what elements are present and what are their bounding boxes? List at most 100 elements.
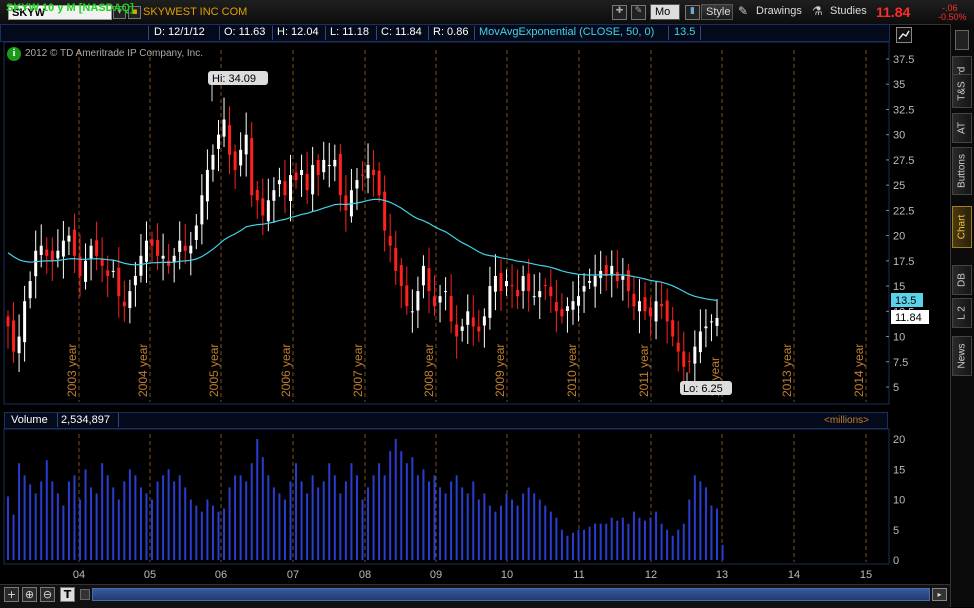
volume-bar — [333, 475, 336, 560]
year-label: 2004 year — [136, 344, 150, 397]
y-tick-label: 35 — [893, 79, 905, 91]
candle-body — [361, 174, 364, 176]
candle-body — [28, 281, 32, 299]
volume-bar — [594, 523, 597, 560]
candle-body — [505, 281, 509, 287]
style-button[interactable]: Style — [701, 4, 733, 20]
wrench-icon[interactable]: ✎ — [631, 5, 646, 20]
candle-body — [637, 301, 641, 312]
price-chart[interactable]: 2003 year 2004 year 2005 year 2006 year 2007… — [0, 42, 950, 584]
aggregation-button[interactable]: Mo — [650, 4, 680, 20]
volume-bar — [367, 487, 370, 560]
tab-news[interactable]: News — [952, 336, 972, 376]
candle-body — [61, 240, 65, 257]
chart-settings-icon[interactable] — [896, 27, 912, 43]
volume-value: 2,534,897 — [61, 414, 110, 426]
scroll-left-button[interactable] — [80, 589, 90, 600]
y-tick-label: 15 — [893, 281, 905, 293]
candle-body — [100, 259, 104, 266]
drawings-button[interactable]: Drawings — [752, 4, 808, 20]
year-label: 2014 year — [852, 344, 866, 397]
collapse-icon[interactable] — [955, 30, 969, 50]
x-tick-label: 10 — [501, 569, 513, 581]
year-label: 2006 year — [279, 344, 293, 397]
volume-bar — [101, 463, 104, 560]
volume-bar — [223, 508, 226, 560]
tab-buttons[interactable]: Buttons — [952, 147, 972, 195]
candle-body — [139, 255, 143, 276]
volume-bar — [616, 520, 619, 560]
candle-body — [499, 273, 503, 292]
text-tool-icon[interactable]: T — [60, 587, 75, 602]
candle-body — [521, 275, 525, 292]
volume-bar — [317, 487, 320, 560]
candle-body — [261, 198, 265, 216]
x-tick-label: 14 — [788, 569, 800, 581]
volume-bar — [300, 481, 303, 560]
y-tick-label: 7.5 — [893, 357, 908, 369]
candle-body — [410, 311, 414, 313]
info-open: O: 11.63 — [224, 26, 266, 38]
volume-bar — [278, 493, 281, 560]
candle-body — [216, 134, 220, 149]
crosshair-icon[interactable]: + — [4, 587, 19, 602]
volume-bar — [322, 481, 325, 560]
zoom-in-icon[interactable]: ⊕ — [22, 587, 37, 602]
last-price-badge-label: 11.84 — [895, 312, 922, 324]
volume-bar — [173, 481, 176, 560]
candle-body — [543, 285, 547, 287]
volume-bar — [599, 523, 602, 560]
candle-body — [449, 295, 453, 322]
candle-body — [455, 324, 459, 337]
candle-body — [582, 286, 586, 292]
tab-chart[interactable]: Chart — [952, 206, 972, 248]
info-range: R: 0.86 — [433, 26, 469, 38]
volume-bar — [710, 505, 713, 560]
candle-body — [144, 240, 148, 262]
scroll-right-button[interactable]: ▸ — [932, 588, 947, 601]
tab-ts[interactable]: T&S — [952, 74, 972, 108]
candle-body — [593, 275, 597, 287]
candle-body — [355, 180, 359, 189]
crosshair-tool-icon[interactable]: ✚ — [612, 5, 627, 20]
candle-body — [300, 170, 304, 175]
volume-bar — [355, 475, 358, 560]
candle-body — [482, 316, 486, 326]
volume-bar — [494, 511, 497, 560]
candle-body — [333, 159, 337, 167]
volume-bar — [461, 487, 464, 560]
candle-body — [84, 260, 88, 282]
candle-body — [305, 173, 309, 191]
candle-body — [698, 331, 702, 353]
pencil-icon: ✎ — [738, 4, 749, 18]
volume-bar — [400, 451, 403, 560]
time-scrollbar[interactable] — [92, 588, 930, 601]
y-tick-label: 37.5 — [893, 54, 914, 66]
candle-style-icon[interactable]: ▮ — [685, 5, 700, 20]
studies-button[interactable]: Studies — [826, 4, 872, 20]
candle-body — [693, 346, 697, 364]
last-price: 11.84 — [876, 4, 911, 20]
volume-bar — [704, 487, 707, 560]
volume-bar — [499, 505, 502, 560]
volume-bar — [693, 475, 696, 560]
candle-body — [17, 336, 21, 354]
candle-body — [239, 149, 243, 166]
volume-bar — [605, 523, 608, 560]
y-tick-label: 10 — [893, 332, 905, 344]
candle-body — [39, 245, 43, 255]
volume-bar — [339, 493, 342, 560]
study-label[interactable]: MovAvgExponential (CLOSE, 50, 0) — [479, 26, 654, 39]
tab-l2[interactable]: L 2 — [952, 298, 972, 328]
tab-db[interactable]: DB — [952, 265, 972, 295]
tab-at[interactable]: AT — [952, 113, 972, 143]
info-close: C: 11.84 — [381, 26, 422, 38]
zoom-out-icon[interactable]: ⊖ — [40, 587, 55, 602]
candle-body — [466, 311, 470, 325]
candle-body — [394, 247, 398, 271]
volume-bar — [666, 529, 669, 560]
volume-bar — [527, 487, 530, 560]
candle-body — [338, 153, 342, 196]
volume-tick-label: 15 — [893, 464, 905, 476]
candle-body — [117, 267, 121, 297]
